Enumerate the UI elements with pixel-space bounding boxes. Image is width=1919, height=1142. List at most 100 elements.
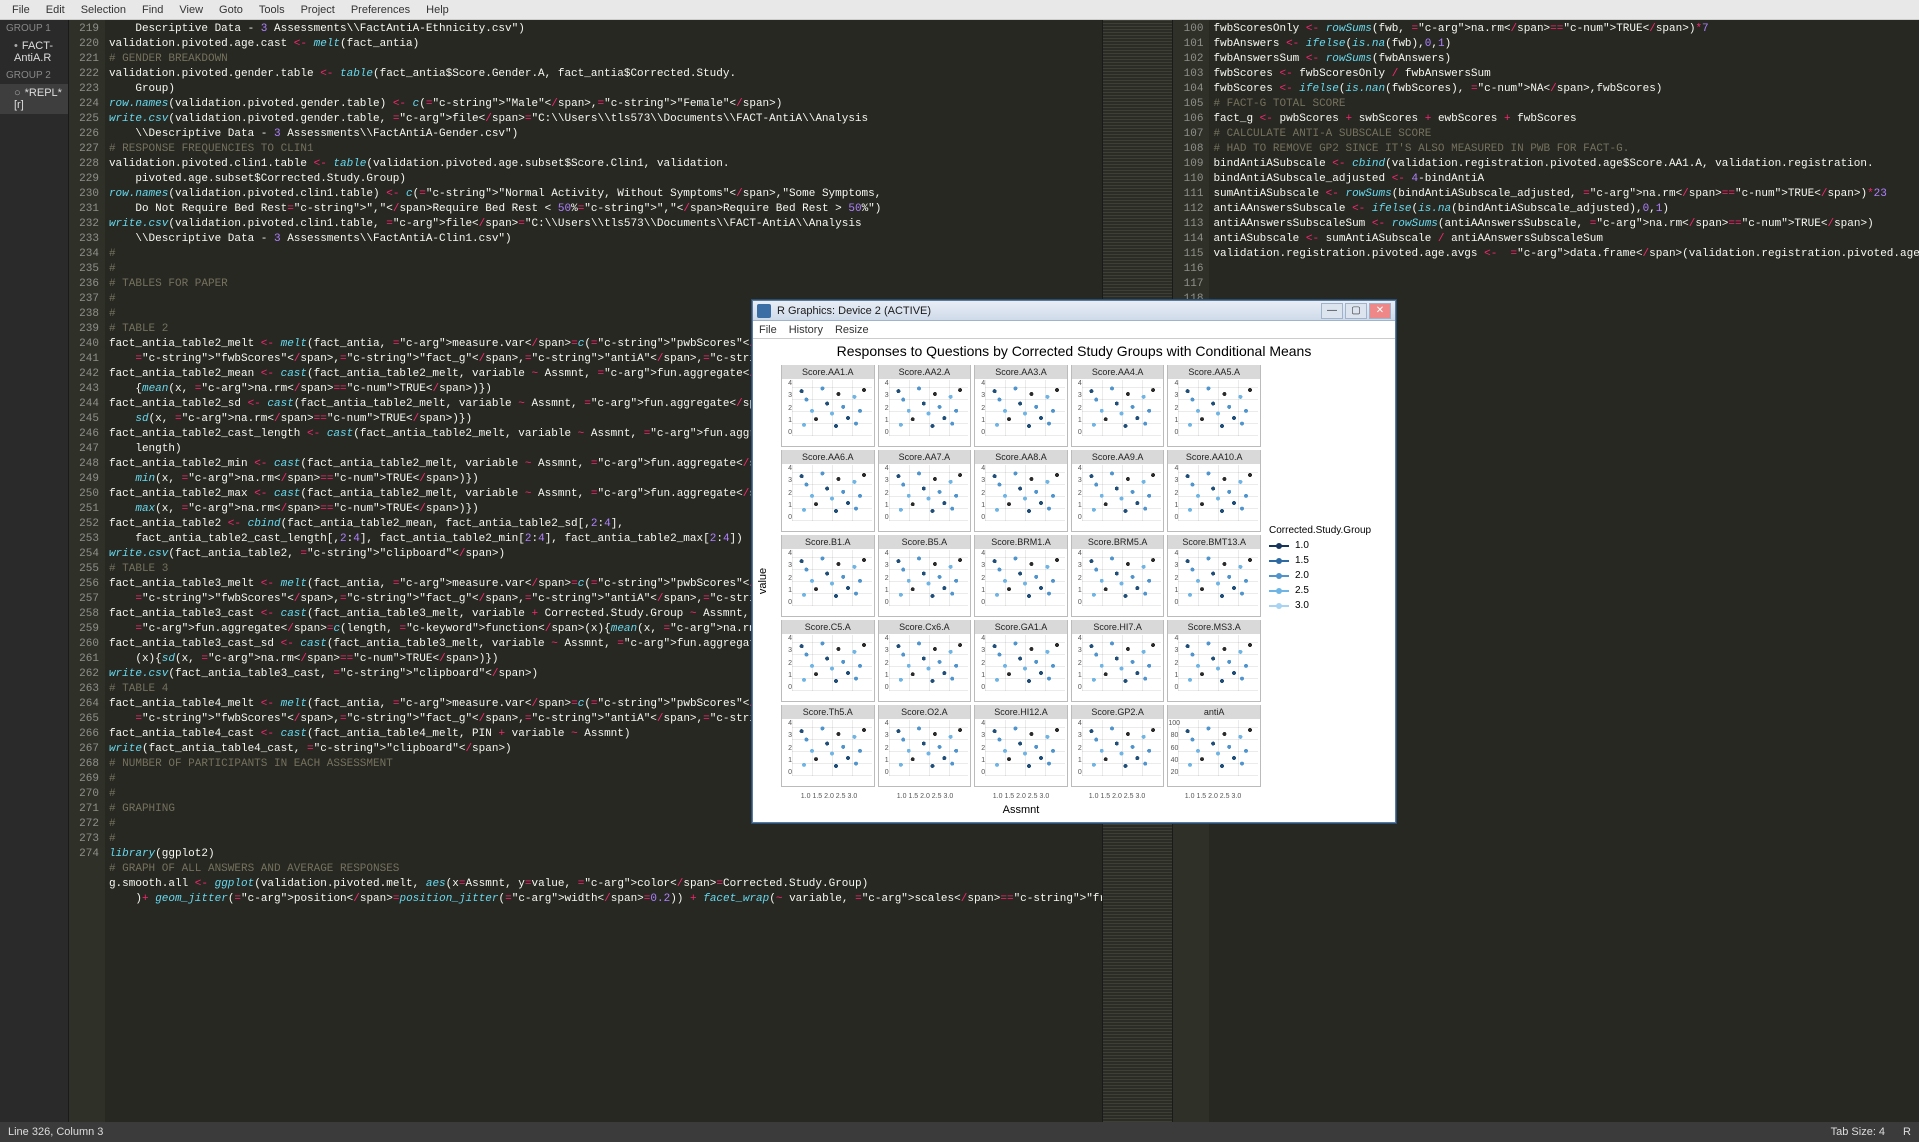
facet-Score.AA1.A: Score.AA1.A43210 <box>781 365 875 447</box>
r-graphics-window[interactable]: R Graphics: Device 2 (ACTIVE) — ▢ ✕ File… <box>752 300 1396 823</box>
facet-header: Score.AA6.A <box>782 450 874 464</box>
facet-header: Score.AA3.A <box>975 365 1067 379</box>
facet-Score.AA7.A: Score.AA7.A43210 <box>878 450 972 532</box>
facet-header: antiA <box>1168 705 1260 719</box>
menu-selection[interactable]: Selection <box>73 2 134 18</box>
r-icon <box>757 304 771 318</box>
facet-Score.C5.A: Score.C5.A43210 <box>781 620 875 702</box>
minimize-button[interactable]: — <box>1321 303 1343 319</box>
legend-swatch <box>1269 605 1289 607</box>
facet-header: Score.B1.A <box>782 535 874 549</box>
legend-swatch <box>1269 545 1289 547</box>
facet-Score.AA8.A: Score.AA8.A43210 <box>974 450 1068 532</box>
facet-Score.Cx6.A: Score.Cx6.A43210 <box>878 620 972 702</box>
facet-Score.HI7.A: Score.HI7.A43210 <box>1071 620 1165 702</box>
facet-Score.GP2.A: Score.GP2.A43210 <box>1071 705 1165 787</box>
plot-area: Responses to Questions by Corrected Stud… <box>753 339 1395 822</box>
facet-Score.BRM1.A: Score.BRM1.A43210 <box>974 535 1068 617</box>
maximize-button[interactable]: ▢ <box>1345 303 1367 319</box>
facet-Score.O2.A: Score.O2.A43210 <box>878 705 972 787</box>
menu-goto[interactable]: Goto <box>211 2 251 18</box>
r-window-titlebar[interactable]: R Graphics: Device 2 (ACTIVE) — ▢ ✕ <box>753 301 1395 321</box>
facet-header: Score.B5.A <box>879 535 971 549</box>
legend-row: 1.0 <box>1269 540 1389 551</box>
facet-Score.AA5.A: Score.AA5.A43210 <box>1167 365 1261 447</box>
facet-Score.B1.A: Score.B1.A43210 <box>781 535 875 617</box>
facet-header: Score.O2.A <box>879 705 971 719</box>
facet-Score.AA10.A: Score.AA10.A43210 <box>1167 450 1261 532</box>
r-window-submenu: File History Resize <box>753 321 1395 339</box>
menu-tools[interactable]: Tools <box>251 2 293 18</box>
x-ticks-cell: 1.0 1.5 2.0 2.5 3.0 <box>877 793 973 800</box>
facet-Score.AA2.A: Score.AA2.A43210 <box>878 365 972 447</box>
menu-find[interactable]: Find <box>134 2 171 18</box>
facet-Score.BMT13.A: Score.BMT13.A43210 <box>1167 535 1261 617</box>
status-tabsize[interactable]: Tab Size: 4 <box>1831 1126 1885 1138</box>
facet-header: Score.AA7.A <box>879 450 971 464</box>
status-left: Line 326, Column 3 <box>8 1126 103 1138</box>
sidebar-file-item[interactable]: •FACT-AntiA.R <box>0 37 68 67</box>
facet-header: Score.AA1.A <box>782 365 874 379</box>
facet-header: Score.AA8.A <box>975 450 1067 464</box>
facet-header: Score.AA5.A <box>1168 365 1260 379</box>
y-axis-label: value <box>757 567 769 593</box>
legend-label: 3.0 <box>1295 600 1309 611</box>
facet-Score.AA9.A: Score.AA9.A43210 <box>1071 450 1165 532</box>
menu-project[interactable]: Project <box>293 2 343 18</box>
facet-header: Score.C5.A <box>782 620 874 634</box>
legend-swatch <box>1269 575 1289 577</box>
sidebar-file-label: FACT-AntiA.R <box>14 40 53 64</box>
menu-preferences[interactable]: Preferences <box>343 2 418 18</box>
legend-label: 1.5 <box>1295 555 1309 566</box>
x-ticks-cell: 1.0 1.5 2.0 2.5 3.0 <box>1069 793 1165 800</box>
x-ticks-cell: 1.0 1.5 2.0 2.5 3.0 <box>973 793 1069 800</box>
facet-header: Score.MS3.A <box>1168 620 1260 634</box>
menubar: FileEditSelectionFindViewGotoToolsProjec… <box>0 0 1919 20</box>
facet-header: Score.Cx6.A <box>879 620 971 634</box>
chart-title: Responses to Questions by Corrected Stud… <box>753 339 1395 359</box>
r-submenu-file[interactable]: File <box>759 324 777 336</box>
menu-file[interactable]: File <box>4 2 38 18</box>
facet-header: Score.AA2.A <box>879 365 971 379</box>
file-dirty-dot: • <box>14 40 18 52</box>
facet-header: Score.Th5.A <box>782 705 874 719</box>
status-language[interactable]: R <box>1903 1126 1911 1138</box>
sidebar-file-item[interactable]: ○*REPL* [r] <box>0 84 68 114</box>
facet-grid: Score.AA1.A43210Score.AA2.A43210Score.AA… <box>781 365 1261 787</box>
legend-row: 3.0 <box>1269 600 1389 611</box>
legend-swatch <box>1269 590 1289 592</box>
facet-Score.AA6.A: Score.AA6.A43210 <box>781 450 875 532</box>
sidebar-group-header: GROUP 2 <box>0 67 68 84</box>
facet-header: Score.BRM5.A <box>1072 535 1164 549</box>
legend-row: 2.5 <box>1269 585 1389 596</box>
facet-Score.B5.A: Score.B5.A43210 <box>878 535 972 617</box>
close-button[interactable]: ✕ <box>1369 303 1391 319</box>
sidebar-group-header: GROUP 1 <box>0 20 68 37</box>
legend-title: Corrected.Study.Group <box>1269 525 1389 536</box>
facet-Score.AA4.A: Score.AA4.A43210 <box>1071 365 1165 447</box>
facet-antiA: antiA10080604020 <box>1167 705 1261 787</box>
legend: Corrected.Study.Group 1.0 1.5 2.0 2.5 3.0 <box>1269 525 1389 611</box>
r-submenu-history[interactable]: History <box>789 324 823 336</box>
menu-edit[interactable]: Edit <box>38 2 73 18</box>
x-axis-label: Assmnt <box>781 804 1261 816</box>
facet-header: Score.BMT13.A <box>1168 535 1260 549</box>
r-window-title: R Graphics: Device 2 (ACTIVE) <box>777 305 1319 317</box>
x-ticks-cell: 1.0 1.5 2.0 2.5 3.0 <box>1165 793 1261 800</box>
legend-label: 2.0 <box>1295 570 1309 581</box>
legend-row: 1.5 <box>1269 555 1389 566</box>
facet-Score.MS3.A: Score.MS3.A43210 <box>1167 620 1261 702</box>
statusbar: Line 326, Column 3 Tab Size: 4 R <box>0 1122 1919 1142</box>
facet-header: Score.AA4.A <box>1072 365 1164 379</box>
x-ticks-cell: 1.0 1.5 2.0 2.5 3.0 <box>781 793 877 800</box>
file-dirty-dot: ○ <box>14 87 21 99</box>
sidebar-file-label: *REPL* [r] <box>14 87 62 111</box>
facet-Score.AA3.A: Score.AA3.A43210 <box>974 365 1068 447</box>
gutter-left: 2192202212222232242252262272282292302312… <box>69 20 105 1122</box>
facet-Score.Th5.A: Score.Th5.A43210 <box>781 705 875 787</box>
r-submenu-resize[interactable]: Resize <box>835 324 869 336</box>
menu-help[interactable]: Help <box>418 2 457 18</box>
legend-label: 2.5 <box>1295 585 1309 596</box>
menu-view[interactable]: View <box>171 2 211 18</box>
facet-header: Score.AA9.A <box>1072 450 1164 464</box>
